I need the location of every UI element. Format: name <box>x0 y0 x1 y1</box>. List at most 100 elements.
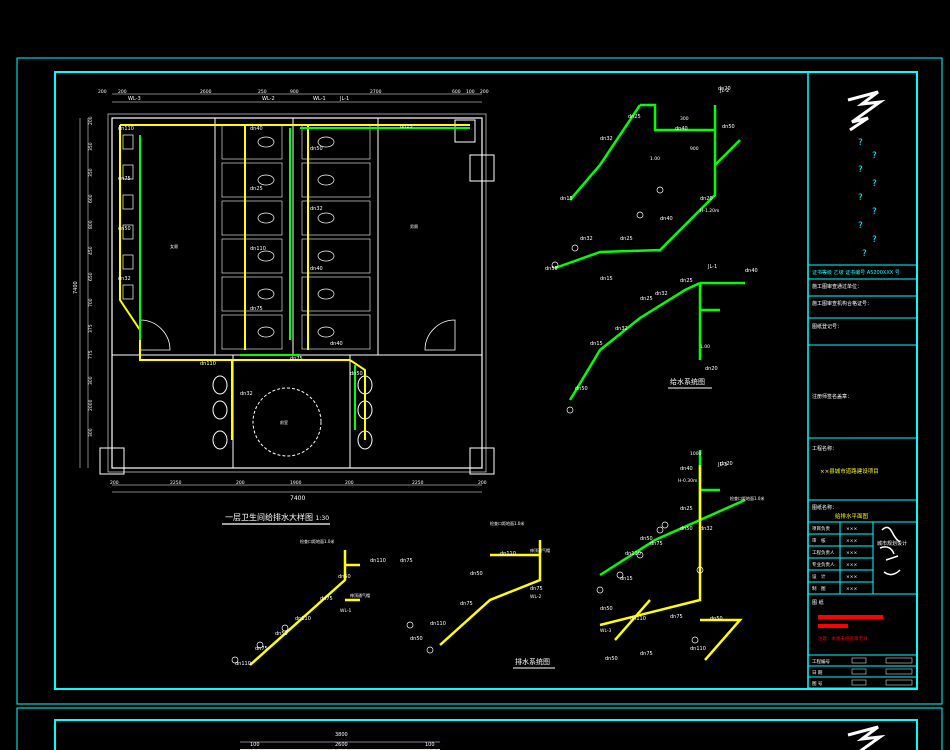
pipe-size-label: dn40 <box>250 126 263 132</box>
elevation-label: H-1.20m <box>700 208 719 214</box>
field-2: 施工图审查机构合格证号： <box>812 300 872 307</box>
title-block: ? ? ? ? ? ? ? ? ? 证书等级 乙级 证书编号 A5200XXX … <box>807 72 917 689</box>
toilet-icon <box>257 326 275 338</box>
pipe-size-label: dn110 <box>118 126 134 132</box>
pipe-size-label: dn32 <box>310 206 323 212</box>
vent-note: 伸顶通气帽 <box>530 547 550 553</box>
supply-size-label: dn20 <box>705 366 718 372</box>
drain-size-label: dn50 <box>338 574 351 580</box>
pipe-size-label: dn25 <box>250 186 263 192</box>
drain-size-label: dn75 <box>255 646 268 652</box>
toilet-icon <box>257 288 275 300</box>
supply-size-label: dn25 <box>620 236 633 242</box>
supply-dim: 900 <box>690 146 699 152</box>
elevation-label: 1.00 <box>700 344 710 350</box>
wl-tag: WL-3 <box>600 628 612 634</box>
drain-size-label: dn110 <box>630 616 646 622</box>
elevation-label: 1.00 <box>650 156 660 162</box>
vent-note: 伸顶通气帽 <box>350 592 370 598</box>
field-1: 施工图审查通过单位： <box>812 283 862 290</box>
supply-size-label: dn50 <box>575 386 588 392</box>
cert-row: 证书等级 乙级 证书编号 A5200XXX 号 <box>812 269 900 276</box>
floor-drain-icon <box>661 521 669 529</box>
toilet-icon <box>257 136 275 148</box>
drain-size-label: dn50 <box>410 636 423 642</box>
dim-label: 800 <box>88 220 94 229</box>
tb-row-label: 审 核 <box>812 537 826 544</box>
drain-size-label: dn75 <box>670 614 683 620</box>
pipe-size-label: dn110 <box>200 361 216 367</box>
svg-text:?: ? <box>872 235 877 245</box>
tb-row-value: ××× <box>846 586 858 592</box>
supply-size-label: dn15 <box>560 196 573 202</box>
svg-text:?: ? <box>858 221 863 231</box>
second-sheet-content: 3800 100 2600 100 <box>240 725 886 750</box>
svg-text:?: ? <box>872 207 877 217</box>
sheet2-dim-2: 100 <box>250 742 260 748</box>
toilet-icon <box>257 174 275 186</box>
cad-drawing-canvas: ? ? ? ? ? ? ? ? ? 证书等级 乙级 证书编号 A5200XXX … <box>16 57 943 750</box>
second-sheet-inner <box>54 719 918 750</box>
tb-row-label: 项目负责 <box>812 525 830 532</box>
tb-row-value: ××× <box>846 538 858 544</box>
pipe-size-label: dn110 <box>250 246 266 252</box>
wl-tag: WL-1 <box>340 608 352 614</box>
stall <box>301 124 371 160</box>
floor-drain-icon <box>406 621 414 629</box>
dim-label: 650 <box>88 272 94 281</box>
toilet-icon <box>317 326 335 338</box>
supply-dim: 300 <box>680 116 689 122</box>
room-label-lobby: 前室 <box>280 419 288 425</box>
supply-size-label: dn50 <box>722 124 735 130</box>
total-width: 7400 <box>290 495 305 502</box>
note-label: 图 纸 <box>812 599 824 606</box>
supply-size-label: dn20 <box>700 196 713 202</box>
supply-size-label: dn32 <box>615 326 628 332</box>
stall <box>301 162 371 198</box>
drain-size-label: dn50 <box>605 656 618 662</box>
svg-text:?: ? <box>858 138 863 148</box>
svg-text:?: ? <box>858 165 863 175</box>
footer-cell <box>851 668 867 675</box>
drain-size-label: dn75 <box>530 586 543 592</box>
plan-title: 一层卫生间给排水大样图 1:30 <box>225 512 329 522</box>
supply-size-label: dn40 <box>675 126 688 132</box>
dim-label: 350 <box>88 168 94 177</box>
project-name: ××县城市道路建设项目 <box>820 467 879 475</box>
stall <box>221 200 283 236</box>
dim-label: 350 <box>88 142 94 151</box>
stall <box>221 314 283 350</box>
pipe-size-label: dn25 <box>400 124 413 130</box>
footer-cell <box>851 657 867 664</box>
sheet-label: 图纸名称： <box>812 504 837 511</box>
tb-row-value: ××× <box>846 574 858 580</box>
dims-left: 200 350 350 600 800 450 650 700 375 775 300 2000 300 <box>88 116 94 437</box>
pipe-tag: WL-2 <box>262 96 275 102</box>
drain-size-label: dn50 <box>680 526 693 532</box>
pipe-size-label: dn50 <box>310 146 323 152</box>
drainage-title: 排水系统图 <box>515 657 550 666</box>
svg-text:?: ? <box>872 179 877 189</box>
svg-text:?: ? <box>858 193 863 203</box>
urinal-icon <box>122 134 134 150</box>
tb-row-label: 设 计 <box>812 573 826 580</box>
supply-system <box>554 103 746 577</box>
dim-label: 200 <box>88 116 94 125</box>
dim-label: 200 <box>98 89 107 95</box>
drain-size-label: dn75 <box>650 541 663 547</box>
jl-tag: JL-2 <box>719 88 729 94</box>
logo-icon: ? ? ? ? ? ? ? ? ? <box>847 90 886 259</box>
wash-basins <box>212 375 373 450</box>
supply-size-label: dn25 <box>680 278 693 284</box>
footer-cell <box>885 668 913 675</box>
sheet2-logo-icon <box>847 725 886 750</box>
footer-label: 日 期 <box>812 670 823 676</box>
note-box: 注意：本图未经盖章无效 <box>818 635 868 642</box>
supply-size-label: dn40 <box>660 216 673 222</box>
valve-icon <box>636 211 644 219</box>
room-label-women: 女厕 <box>170 243 178 249</box>
sheet2-dim-1: 3800 <box>335 732 348 738</box>
drain-size-label: dn50 <box>600 606 613 612</box>
toilet-icon <box>257 212 275 224</box>
supply-size-label: dn25 <box>680 506 693 512</box>
